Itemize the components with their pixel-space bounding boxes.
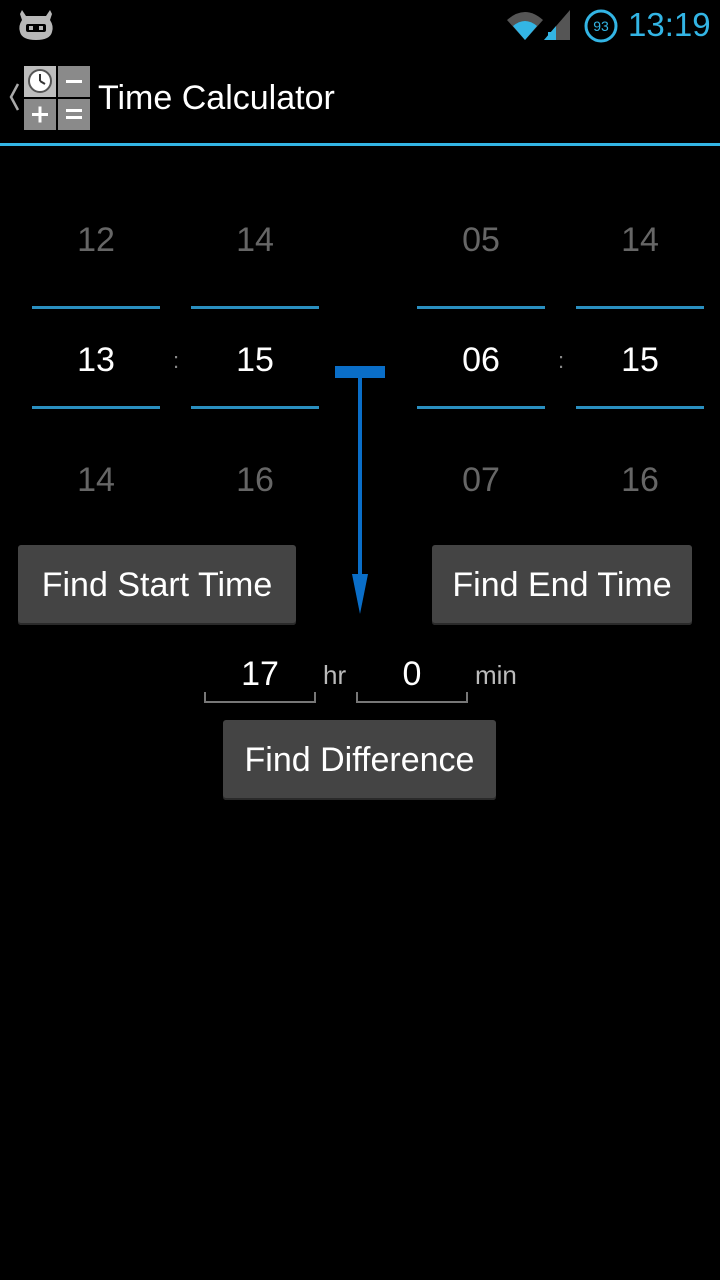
picker-divider <box>576 406 704 409</box>
hours-unit-label: hr <box>323 660 347 690</box>
find-end-time-label: Find End Time <box>452 566 672 604</box>
find-start-time-button[interactable]: Find Start Time <box>18 545 296 625</box>
start-minute-selected[interactable]: 15 <box>191 340 319 380</box>
calculator-clock-icon[interactable] <box>24 66 90 130</box>
app-title: Time Calculator <box>98 79 335 117</box>
end-minute-selected[interactable]: 15 <box>576 340 704 380</box>
picker-divider <box>417 306 545 309</box>
start-minute-picker[interactable]: 14 15 16 <box>191 220 319 500</box>
wifi-icon <box>507 12 543 40</box>
picker-divider <box>191 406 319 409</box>
end-hour-picker[interactable]: 05 06 07 <box>417 220 545 500</box>
end-hour-selected[interactable]: 06 <box>417 340 545 380</box>
picker-divider <box>32 306 160 309</box>
end-hour-next[interactable]: 07 <box>417 460 545 500</box>
picker-divider <box>32 406 160 409</box>
arrow-down-icon <box>335 366 385 614</box>
find-difference-label: Find Difference <box>244 741 475 779</box>
start-hour-picker[interactable]: 12 13 14 <box>32 220 160 500</box>
start-hour-next[interactable]: 14 <box>32 460 160 500</box>
start-minute-prev[interactable]: 14 <box>191 220 319 260</box>
start-time-separator: : <box>172 348 180 373</box>
find-difference-button[interactable]: Find Difference <box>223 720 496 800</box>
battery-level-text: 93 <box>593 18 609 34</box>
action-bar-divider <box>0 143 720 146</box>
cyanogenmod-icon <box>19 10 53 40</box>
battery-icon: 93 <box>584 9 618 43</box>
end-minute-next[interactable]: 16 <box>576 460 704 500</box>
end-hour-prev[interactable]: 05 <box>417 220 545 260</box>
start-hour-prev[interactable]: 12 <box>32 220 160 260</box>
status-bar: 93 13:19 <box>0 0 720 50</box>
minutes-input-underline <box>356 692 468 703</box>
start-hour-selected[interactable]: 13 <box>32 340 160 380</box>
end-minute-prev[interactable]: 14 <box>576 220 704 260</box>
end-minute-picker[interactable]: 14 15 16 <box>576 220 704 500</box>
start-minute-next[interactable]: 16 <box>191 460 319 500</box>
find-start-time-label: Find Start Time <box>41 566 273 604</box>
picker-divider <box>417 406 545 409</box>
status-clock: 13:19 <box>628 6 711 43</box>
end-time-separator: : <box>557 348 565 373</box>
find-end-time-button[interactable]: Find End Time <box>432 545 692 625</box>
chevron-left-icon[interactable] <box>6 80 22 114</box>
hours-input-underline <box>204 692 316 703</box>
action-bar[interactable]: Time Calculator <box>0 50 720 144</box>
picker-divider <box>576 306 704 309</box>
minutes-unit-label: min <box>475 660 517 690</box>
picker-divider <box>191 306 319 309</box>
signal-icon <box>544 10 570 40</box>
